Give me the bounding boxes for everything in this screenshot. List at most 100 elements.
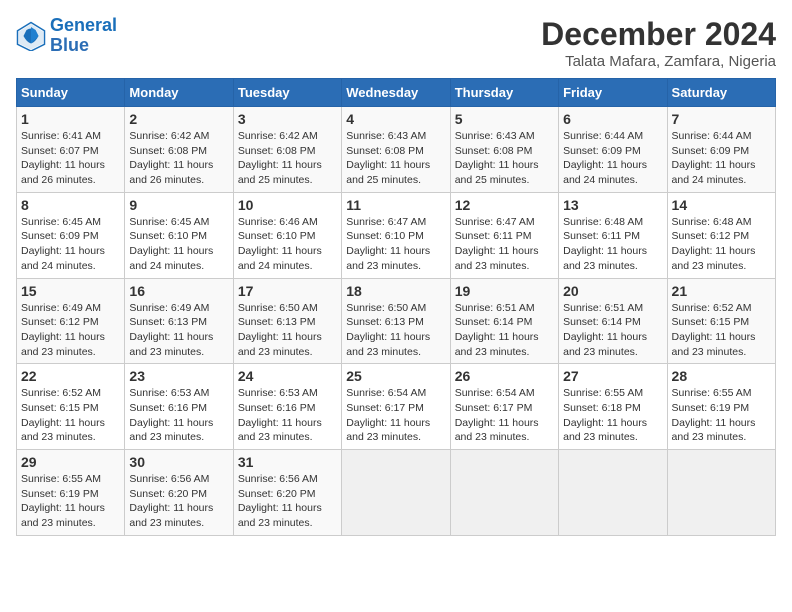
day-number: 10	[238, 197, 337, 213]
day-number: 29	[21, 454, 120, 470]
day-number: 24	[238, 368, 337, 384]
day-info: Sunrise: 6:48 AM Sunset: 6:12 PM Dayligh…	[672, 215, 771, 274]
day-number: 12	[455, 197, 554, 213]
day-info: Sunrise: 6:43 AM Sunset: 6:08 PM Dayligh…	[346, 129, 445, 188]
day-info: Sunrise: 6:45 AM Sunset: 6:09 PM Dayligh…	[21, 215, 120, 274]
day-number: 8	[21, 197, 120, 213]
day-info: Sunrise: 6:47 AM Sunset: 6:10 PM Dayligh…	[346, 215, 445, 274]
calendar-cell: 23Sunrise: 6:53 AM Sunset: 6:16 PM Dayli…	[125, 364, 233, 450]
day-number: 16	[129, 283, 228, 299]
logo-text: General Blue	[50, 16, 117, 56]
calendar-week-4: 22 Sunrise: 6:52 AM Sunset: 6:15 PM Dayli…	[17, 364, 776, 450]
day-info: Sunrise: 6:42 AM Sunset: 6:08 PM Dayligh…	[238, 129, 337, 188]
day-info: Sunrise: 6:43 AM Sunset: 6:08 PM Dayligh…	[455, 129, 554, 188]
calendar-cell: 29 Sunrise: 6:55 AM Sunset: 6:19 PM Dayli…	[17, 450, 125, 536]
calendar-cell: 12Sunrise: 6:47 AM Sunset: 6:11 PM Dayli…	[450, 192, 558, 278]
day-info: Sunrise: 6:42 AM Sunset: 6:08 PM Dayligh…	[129, 129, 228, 188]
day-info: Sunrise: 6:51 AM Sunset: 6:14 PM Dayligh…	[455, 301, 554, 360]
calendar-week-1: 1 Sunrise: 6:41 AM Sunset: 6:07 PM Daylig…	[17, 107, 776, 193]
day-info: Sunrise: 6:44 AM Sunset: 6:09 PM Dayligh…	[672, 129, 771, 188]
page-header: General Blue December 2024 Talata Mafara…	[16, 16, 776, 70]
day-info: Sunrise: 6:55 AM Sunset: 6:18 PM Dayligh…	[563, 386, 662, 445]
day-number: 20	[563, 283, 662, 299]
calendar-cell: 5Sunrise: 6:43 AM Sunset: 6:08 PM Daylig…	[450, 107, 558, 193]
calendar-cell: 26 Sunrise: 6:54 AM Sunset: 6:17 PM Dayli…	[450, 364, 558, 450]
day-info: Sunrise: 6:41 AM Sunset: 6:07 PM Dayligh…	[21, 129, 120, 188]
day-info: Sunrise: 6:48 AM Sunset: 6:11 PM Dayligh…	[563, 215, 662, 274]
logo: General Blue	[16, 16, 117, 56]
calendar-cell: 22 Sunrise: 6:52 AM Sunset: 6:15 PM Dayli…	[17, 364, 125, 450]
calendar-cell: 19 Sunrise: 6:51 AM Sunset: 6:14 PM Dayli…	[450, 278, 558, 364]
calendar-cell: 11Sunrise: 6:47 AM Sunset: 6:10 PM Dayli…	[342, 192, 450, 278]
calendar-cell: 20 Sunrise: 6:51 AM Sunset: 6:14 PM Dayli…	[559, 278, 667, 364]
header-row: SundayMondayTuesdayWednesdayThursdayFrid…	[17, 79, 776, 107]
day-number: 4	[346, 111, 445, 127]
day-info: Sunrise: 6:56 AM Sunset: 6:20 PM Dayligh…	[238, 472, 337, 531]
calendar-cell: 2Sunrise: 6:42 AM Sunset: 6:08 PM Daylig…	[125, 107, 233, 193]
calendar-cell: 3Sunrise: 6:42 AM Sunset: 6:08 PM Daylig…	[233, 107, 341, 193]
day-info: Sunrise: 6:53 AM Sunset: 6:16 PM Dayligh…	[238, 386, 337, 445]
calendar-cell	[559, 450, 667, 536]
day-number: 17	[238, 283, 337, 299]
day-info: Sunrise: 6:54 AM Sunset: 6:17 PM Dayligh…	[455, 386, 554, 445]
calendar-week-3: 15Sunrise: 6:49 AM Sunset: 6:12 PM Dayli…	[17, 278, 776, 364]
day-info: Sunrise: 6:55 AM Sunset: 6:19 PM Dayligh…	[21, 472, 120, 531]
calendar-cell	[667, 450, 775, 536]
calendar-week-5: 29 Sunrise: 6:55 AM Sunset: 6:19 PM Dayli…	[17, 450, 776, 536]
calendar-cell	[342, 450, 450, 536]
day-info: Sunrise: 6:50 AM Sunset: 6:13 PM Dayligh…	[346, 301, 445, 360]
day-info: Sunrise: 6:52 AM Sunset: 6:15 PM Dayligh…	[672, 301, 771, 360]
calendar-cell: 14 Sunrise: 6:48 AM Sunset: 6:12 PM Dayli…	[667, 192, 775, 278]
header-cell-friday: Friday	[559, 79, 667, 107]
calendar-cell: 9 Sunrise: 6:45 AM Sunset: 6:10 PM Daylig…	[125, 192, 233, 278]
calendar-table: SundayMondayTuesdayWednesdayThursdayFrid…	[16, 78, 776, 536]
day-number: 27	[563, 368, 662, 384]
day-number: 13	[563, 197, 662, 213]
calendar-cell: 18Sunrise: 6:50 AM Sunset: 6:13 PM Dayli…	[342, 278, 450, 364]
header-cell-tuesday: Tuesday	[233, 79, 341, 107]
calendar-cell: 13 Sunrise: 6:48 AM Sunset: 6:11 PM Dayli…	[559, 192, 667, 278]
day-number: 30	[129, 454, 228, 470]
location-title: Talata Mafara, Zamfara, Nigeria	[541, 53, 776, 70]
day-number: 7	[672, 111, 771, 127]
day-number: 6	[563, 111, 662, 127]
header-cell-wednesday: Wednesday	[342, 79, 450, 107]
calendar-cell: 4 Sunrise: 6:43 AM Sunset: 6:08 PM Daylig…	[342, 107, 450, 193]
day-info: Sunrise: 6:54 AM Sunset: 6:17 PM Dayligh…	[346, 386, 445, 445]
day-info: Sunrise: 6:50 AM Sunset: 6:13 PM Dayligh…	[238, 301, 337, 360]
calendar-cell: 15Sunrise: 6:49 AM Sunset: 6:12 PM Dayli…	[17, 278, 125, 364]
calendar-cell: 10 Sunrise: 6:46 AM Sunset: 6:10 PM Dayli…	[233, 192, 341, 278]
calendar-cell: 30 Sunrise: 6:56 AM Sunset: 6:20 PM Dayli…	[125, 450, 233, 536]
calendar-cell: 28 Sunrise: 6:55 AM Sunset: 6:19 PM Dayli…	[667, 364, 775, 450]
day-number: 1	[21, 111, 120, 127]
day-info: Sunrise: 6:45 AM Sunset: 6:10 PM Dayligh…	[129, 215, 228, 274]
day-info: Sunrise: 6:56 AM Sunset: 6:20 PM Dayligh…	[129, 472, 228, 531]
day-info: Sunrise: 6:46 AM Sunset: 6:10 PM Dayligh…	[238, 215, 337, 274]
day-info: Sunrise: 6:44 AM Sunset: 6:09 PM Dayligh…	[563, 129, 662, 188]
day-info: Sunrise: 6:49 AM Sunset: 6:13 PM Dayligh…	[129, 301, 228, 360]
day-info: Sunrise: 6:55 AM Sunset: 6:19 PM Dayligh…	[672, 386, 771, 445]
title-block: December 2024 Talata Mafara, Zamfara, Ni…	[541, 16, 776, 70]
day-number: 19	[455, 283, 554, 299]
calendar-cell: 17 Sunrise: 6:50 AM Sunset: 6:13 PM Dayli…	[233, 278, 341, 364]
day-number: 26	[455, 368, 554, 384]
calendar-cell: 25Sunrise: 6:54 AM Sunset: 6:17 PM Dayli…	[342, 364, 450, 450]
calendar-cell: 24 Sunrise: 6:53 AM Sunset: 6:16 PM Dayli…	[233, 364, 341, 450]
day-number: 9	[129, 197, 228, 213]
day-info: Sunrise: 6:52 AM Sunset: 6:15 PM Dayligh…	[21, 386, 120, 445]
day-number: 14	[672, 197, 771, 213]
calendar-cell: 6 Sunrise: 6:44 AM Sunset: 6:09 PM Daylig…	[559, 107, 667, 193]
day-info: Sunrise: 6:53 AM Sunset: 6:16 PM Dayligh…	[129, 386, 228, 445]
calendar-cell: 31Sunrise: 6:56 AM Sunset: 6:20 PM Dayli…	[233, 450, 341, 536]
day-number: 21	[672, 283, 771, 299]
day-number: 28	[672, 368, 771, 384]
day-info: Sunrise: 6:51 AM Sunset: 6:14 PM Dayligh…	[563, 301, 662, 360]
calendar-week-2: 8 Sunrise: 6:45 AM Sunset: 6:09 PM Daylig…	[17, 192, 776, 278]
calendar-cell: 27 Sunrise: 6:55 AM Sunset: 6:18 PM Dayli…	[559, 364, 667, 450]
header-cell-monday: Monday	[125, 79, 233, 107]
logo-icon	[16, 21, 46, 51]
header-cell-saturday: Saturday	[667, 79, 775, 107]
calendar-cell: 1 Sunrise: 6:41 AM Sunset: 6:07 PM Daylig…	[17, 107, 125, 193]
day-number: 22	[21, 368, 120, 384]
calendar-header: SundayMondayTuesdayWednesdayThursdayFrid…	[17, 79, 776, 107]
